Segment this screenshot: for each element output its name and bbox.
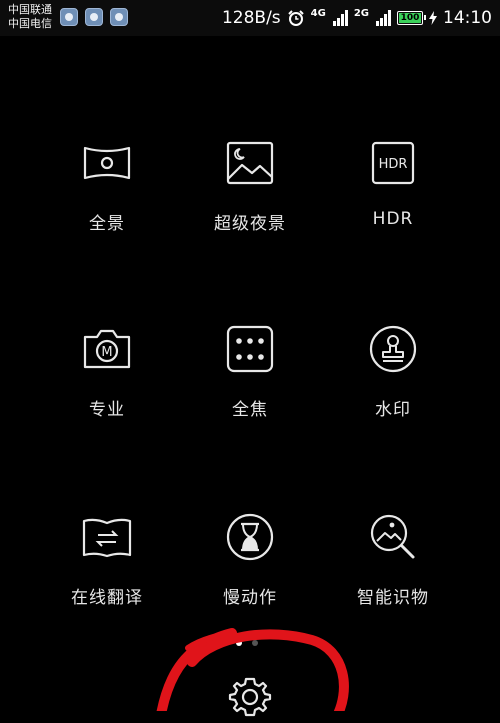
slow-motion-icon	[226, 513, 274, 561]
smart-recognition-icon	[370, 514, 415, 559]
hdr-icon: HDR	[371, 141, 415, 185]
mode-panorama[interactable]: 全景	[37, 135, 177, 234]
mode-label: 全焦	[232, 400, 268, 420]
mode-label: HDR	[372, 209, 414, 229]
battery-icon: 100	[397, 11, 426, 25]
alarm-icon	[287, 10, 304, 26]
panorama-icon	[83, 146, 131, 180]
mode-label: 慢动作	[223, 588, 277, 608]
pro-icon-text: M	[101, 345, 112, 360]
carrier-1: 中国联通	[8, 3, 52, 16]
network-type-4g: 4G	[310, 7, 326, 19]
mode-label: 专业	[89, 400, 125, 420]
signal-icon	[332, 10, 348, 26]
mode-hdr[interactable]: HDR HDR	[323, 135, 463, 229]
mode-label: 智能识物	[357, 588, 429, 608]
mode-label: 全景	[89, 214, 125, 234]
watermark-stamp-icon	[369, 325, 417, 373]
hdr-icon-text: HDR	[379, 157, 408, 172]
mode-slow-motion[interactable]: 慢动作	[180, 509, 320, 608]
mode-super-night[interactable]: 超级夜景	[180, 135, 320, 234]
clock: 14:10	[443, 8, 492, 28]
page-dot[interactable]	[252, 640, 258, 646]
signal-icon	[376, 10, 391, 26]
settings-gear-icon[interactable]	[225, 673, 275, 723]
mode-label: 水印	[375, 400, 411, 420]
all-focus-icon	[226, 325, 274, 373]
pro-camera-icon: M	[83, 329, 131, 369]
mode-all-focus[interactable]: 全焦	[180, 321, 320, 420]
mode-watermark[interactable]: 水印	[323, 321, 463, 420]
translate-icon	[82, 518, 132, 558]
notification-app-icon	[110, 8, 128, 26]
mode-label: 超级夜景	[214, 214, 286, 234]
charging-icon	[429, 11, 437, 25]
mode-smart-recognition[interactable]: 智能识物	[323, 509, 463, 608]
mode-label: 在线翻译	[71, 588, 143, 608]
notification-app-icon	[60, 8, 78, 26]
notification-app-icon	[85, 8, 103, 26]
carrier-info: 中国联通 中国电信	[8, 3, 52, 31]
battery-level: 100	[399, 13, 421, 23]
mode-online-translate[interactable]: 在线翻译	[37, 509, 177, 608]
carrier-2: 中国电信	[8, 17, 52, 30]
page-indicator	[236, 640, 258, 646]
mode-pro[interactable]: M 专业	[37, 321, 177, 420]
page-dot-active[interactable]	[236, 640, 242, 646]
status-bar: 中国联通 中国电信 128B/s 4G 2G 100 14:10	[0, 0, 500, 36]
night-scene-icon	[226, 141, 274, 185]
net-speed: 128B/s	[221, 8, 281, 28]
network-type-2g: 2G	[353, 7, 369, 19]
